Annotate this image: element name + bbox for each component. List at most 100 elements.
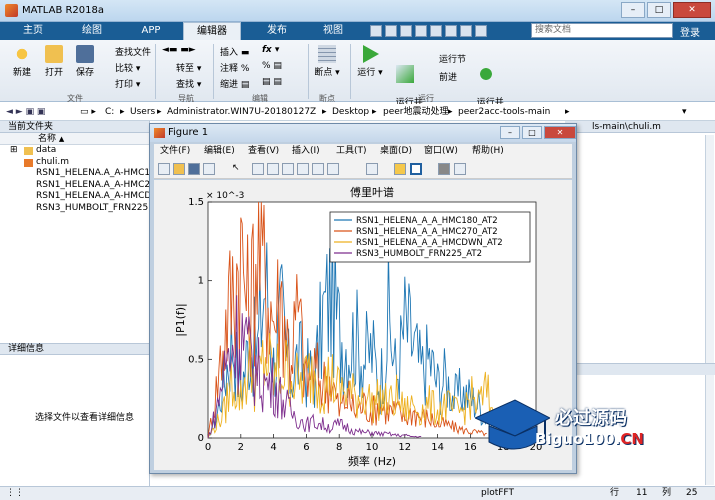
tab-view[interactable]: 视图 — [314, 22, 352, 40]
new-button[interactable]: 新建 — [8, 45, 36, 78]
menu-file[interactable]: 文件(F) — [160, 144, 190, 159]
open-button[interactable]: 打开 — [40, 45, 68, 78]
qa-cut-icon[interactable] — [385, 25, 397, 37]
app-title: MATLAB R2018a — [22, 5, 105, 16]
menu-insert[interactable]: 插入(I) — [292, 144, 320, 159]
open-file-icon[interactable] — [173, 163, 185, 175]
insert-button[interactable]: 插入 ▬ — [220, 45, 260, 58]
menu-view[interactable]: 查看(V) — [248, 144, 279, 159]
indent-button[interactable]: 缩进 ▤ — [220, 77, 260, 90]
new-figure-icon[interactable] — [158, 163, 170, 175]
qa-switch-icon[interactable] — [460, 25, 472, 37]
minimize-button[interactable]: – — [621, 2, 645, 18]
menu-window[interactable]: 窗口(W) — [424, 144, 458, 159]
address-segment[interactable]: Administrator.WIN7U-20180127Z — [167, 104, 316, 120]
hide-plot-tools-icon[interactable] — [438, 163, 450, 175]
qa-undo-icon[interactable] — [430, 25, 442, 37]
qa-paste-icon[interactable] — [415, 25, 427, 37]
zoom-out-icon[interactable] — [267, 163, 279, 175]
y-tick-label: 1 — [198, 276, 204, 287]
pan-hand-icon[interactable] — [282, 163, 294, 175]
print-figure-icon[interactable] — [203, 163, 215, 175]
group-label-run: 运行 — [418, 94, 434, 103]
address-bar[interactable]: ◄ ► ▣ ▣ ▭ ▸ C: ▸ Users ▸ Administrator.W… — [0, 104, 715, 121]
colorbar-icon[interactable] — [394, 163, 406, 175]
status-col-value: 25 — [686, 488, 698, 498]
print-button[interactable]: 打印 ▾ — [102, 77, 154, 90]
tab-editor[interactable]: 编辑器 — [183, 22, 241, 40]
column-header-name[interactable]: 名称 ▲ — [0, 133, 149, 145]
list-item[interactable]: RSN1_HELENA.A_A-HMC180 — [0, 168, 149, 180]
menu-tools[interactable]: 工具(T) — [336, 144, 367, 159]
compare-button[interactable]: 比较 ▾ — [102, 61, 154, 74]
back-forward-icons[interactable]: ◄ ► ▣ ▣ — [6, 104, 45, 120]
advance-button[interactable]: 前进 — [427, 70, 471, 83]
qa-help-icon[interactable] — [475, 25, 487, 37]
find-button[interactable]: 查找 ▾ — [162, 77, 210, 90]
goto-button[interactable]: 转至 ▾ — [162, 61, 210, 74]
fx-button[interactable]: fx ▾ — [262, 45, 302, 55]
editor-scrollbar[interactable] — [705, 135, 714, 365]
figure-close-button[interactable]: ✕ — [544, 126, 576, 139]
legend-entry: RSN1_HELENA_A_A_HMC270_AT2 — [356, 227, 498, 237]
comment-toggle-icons[interactable]: % ▤ — [262, 61, 302, 71]
list-item[interactable]: chuli.m — [0, 157, 149, 169]
run-section-button[interactable]: 运行节 — [427, 52, 471, 65]
data-cursor-icon[interactable] — [312, 163, 324, 175]
search-documentation-input[interactable]: 搜索文档 — [531, 23, 673, 38]
nav-arrows[interactable]: ◄▬ ▬► — [162, 45, 202, 55]
breakpoints-button[interactable]: 断点 ▾ — [312, 45, 342, 78]
close-button[interactable]: ✕ — [673, 2, 711, 18]
menu-help[interactable]: 帮助(H) — [472, 144, 504, 159]
expand-icon[interactable]: ⊞ — [10, 145, 18, 157]
qa-copy-icon[interactable] — [400, 25, 412, 37]
save-button[interactable]: 保存 — [71, 45, 99, 78]
folder-icon: ▭ ▸ — [80, 107, 96, 117]
tab-apps[interactable]: APP — [132, 22, 170, 40]
address-segment[interactable]: peer2acc-tools-main — [458, 104, 550, 120]
folder-icon — [24, 147, 33, 155]
matlab-logo-icon — [5, 4, 18, 17]
figure-minimize-button[interactable]: – — [500, 126, 520, 139]
list-item[interactable]: RSN1_HELENA.A_A-HMC270 — [0, 180, 149, 192]
command-scrollbar[interactable] — [705, 375, 714, 485]
qa-save-icon[interactable] — [370, 25, 382, 37]
address-dropdown-icon[interactable]: ▾ — [682, 104, 687, 120]
run-play-icon — [363, 45, 379, 63]
legend-entry: RSN3_HUMBOLT_FRN225_AT2 — [356, 249, 482, 259]
figure-title-bar: Figure 1 – □ ✕ — [150, 124, 576, 142]
show-plot-tools-icon[interactable] — [454, 163, 466, 175]
comment-button[interactable]: 注释 % — [220, 61, 260, 74]
run-button[interactable]: 运行 ▾ — [356, 45, 384, 78]
zoom-in-icon[interactable] — [252, 163, 264, 175]
status-grip-icon: ⋮⋮ — [6, 488, 24, 498]
figure-maximize-button[interactable]: □ — [522, 126, 542, 139]
tab-publish[interactable]: 发布 — [258, 22, 296, 40]
list-item[interactable]: RSN3_HUMBOLT_FRN225 — [0, 203, 149, 215]
indent-toggle-icons[interactable]: ▤ ▤ — [262, 77, 302, 87]
address-segment[interactable]: peer地震动处理 — [383, 104, 449, 120]
save-figure-icon[interactable] — [188, 163, 200, 175]
address-segment[interactable]: Users — [130, 104, 155, 120]
command-window-header — [565, 363, 715, 375]
list-item[interactable]: ⊞ data — [0, 145, 149, 157]
address-segment[interactable]: Desktop — [332, 104, 369, 120]
tab-home[interactable]: 主页 — [14, 22, 52, 40]
rotate-3d-icon[interactable] — [297, 163, 309, 175]
pointer-icon[interactable]: ↖ — [232, 163, 244, 175]
qa-redo-icon[interactable] — [445, 25, 457, 37]
list-item[interactable]: RSN1_HELENA.A_A-HMCDWN — [0, 191, 149, 203]
login-link[interactable]: 登录 — [680, 24, 700, 39]
menu-edit[interactable]: 编辑(E) — [204, 144, 235, 159]
tab-plots[interactable]: 绘图 — [73, 22, 111, 40]
watermark: 必过源码 Biguo100.CN — [473, 398, 644, 461]
maximize-button[interactable]: □ — [647, 2, 671, 18]
y-tick-label: 0 — [198, 433, 204, 444]
link-plot-icon[interactable] — [366, 163, 378, 175]
brush-icon[interactable] — [327, 163, 339, 175]
address-drive[interactable]: C: — [105, 104, 114, 120]
legend-icon[interactable] — [410, 163, 422, 175]
new-plus-icon — [13, 45, 31, 63]
find-files-button[interactable]: 查找文件 — [102, 45, 154, 58]
menu-desktop[interactable]: 桌面(D) — [380, 144, 412, 159]
